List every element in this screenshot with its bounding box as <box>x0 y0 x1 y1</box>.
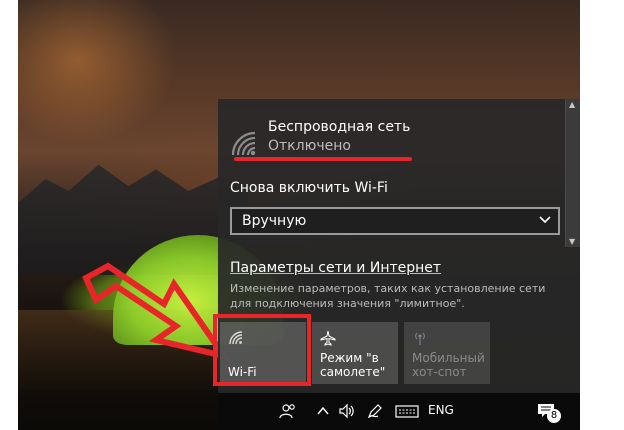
turn-on-wifi-label: Снова включить Wi-Fi <box>230 180 388 196</box>
wifi-disconnected-icon <box>231 131 256 156</box>
annotation-underline <box>234 157 412 161</box>
flyout-scrollbar[interactable]: ▲ ▼ <box>565 99 580 247</box>
quick-action-airplane-mode[interactable]: Режим "в самолете" <box>312 322 398 384</box>
people-icon[interactable] <box>279 402 297 420</box>
quick-action-mobile-hotspot[interactable]: Мобильный хот-спот <box>404 322 490 384</box>
quick-action-label: Режим "в самолете" <box>320 351 386 379</box>
scroll-up-icon[interactable]: ▲ <box>569 100 575 109</box>
dropdown-selected-value: Вручную <box>242 213 307 229</box>
keyboard-icon[interactable] <box>395 402 419 420</box>
airplane-icon <box>320 330 336 346</box>
volume-icon[interactable] <box>338 402 356 420</box>
network-status: Отключено <box>268 138 351 154</box>
network-settings-link[interactable]: Параметры сети и Интернет <box>230 260 441 276</box>
hotspot-icon <box>415 332 425 345</box>
input-language[interactable]: ENG <box>428 403 454 417</box>
pen-icon[interactable] <box>366 402 384 420</box>
chevron-up-icon[interactable] <box>316 402 330 420</box>
quick-action-label: Мобильный хот-спот <box>412 351 485 379</box>
notification-count-badge: 8 <box>547 409 561 423</box>
annotation-highlight-box <box>213 314 311 386</box>
annotation-arrow-icon <box>82 262 231 361</box>
network-settings-description: Изменение параметров, таких как установл… <box>230 282 546 310</box>
network-name: Беспроводная сеть <box>268 119 411 135</box>
chevron-down-icon <box>539 216 551 224</box>
turn-on-wifi-dropdown[interactable]: Вручную <box>230 207 560 235</box>
scroll-down-icon[interactable]: ▼ <box>569 237 575 246</box>
